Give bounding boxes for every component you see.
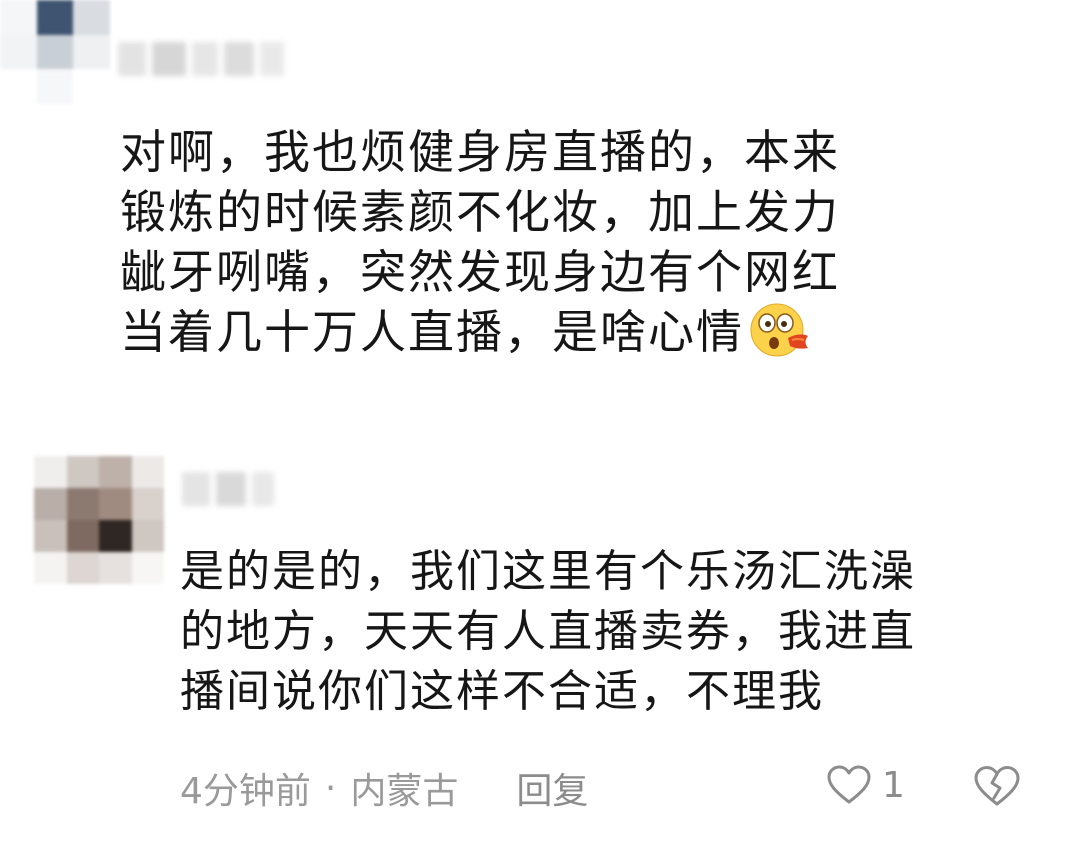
comment-body: 对啊，我也烦健身房直播的，本来 锻炼的时候素颜不化妆，加上发力 龇牙咧嘴，突然发… <box>120 125 840 359</box>
avatar[interactable] <box>34 456 164 584</box>
username-blurred[interactable] <box>118 42 284 76</box>
comment-text: 对啊，我也烦健身房直播的，本来 锻炼的时候素颜不化妆，加上发力 龇牙咧嘴，突然发… <box>120 122 1040 362</box>
heart-outline-icon <box>827 765 871 804</box>
reply-button[interactable]: 回复 <box>516 762 588 814</box>
comment-meta: 4分钟前 · 内蒙古 回复 <box>180 762 588 814</box>
avatar[interactable] <box>0 0 110 104</box>
shocked-face-emoji <box>750 303 808 357</box>
like-button[interactable]: 1 <box>826 764 905 806</box>
reply-text: 是的是的，我们这里有个乐汤汇洗澡 的地方，天天有人直播卖券，我进直 播间说你们这… <box>180 546 916 717</box>
dislike-button[interactable] <box>972 764 1022 812</box>
username-blurred[interactable] <box>182 472 274 506</box>
broken-heart-icon <box>974 766 1020 806</box>
location: 内蒙古 <box>350 771 459 812</box>
meta-separator: · <box>324 767 337 809</box>
timestamp: 4分钟前 <box>180 771 311 812</box>
like-count: 1 <box>882 764 905 806</box>
